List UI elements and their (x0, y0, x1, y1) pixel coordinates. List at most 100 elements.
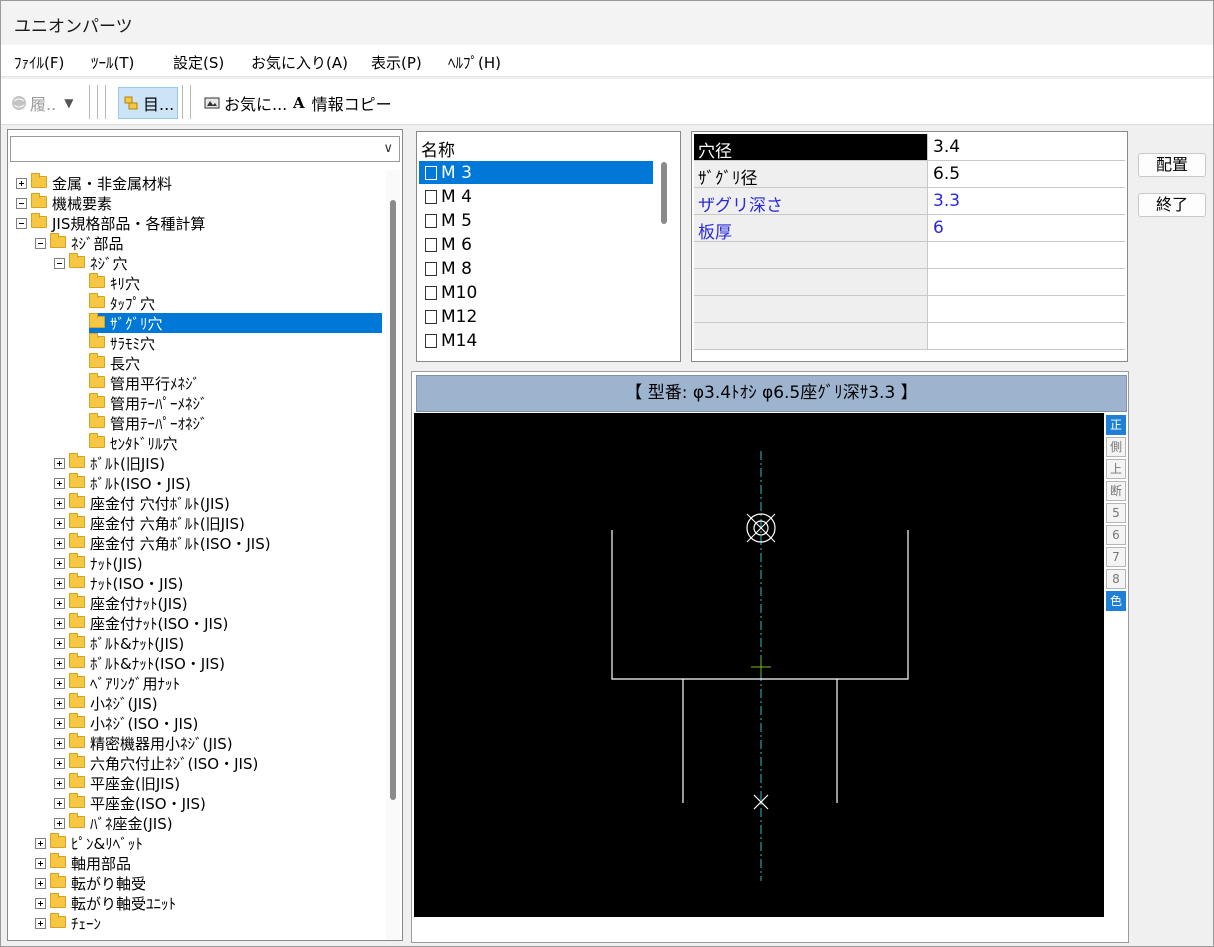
parts-list-item[interactable]: M14 (419, 329, 653, 352)
tree-node[interactable]: 精密機器用小ﾈｼﾞ(JIS) (54, 733, 233, 753)
tree-node[interactable]: ｻﾞｸﾞﾘ穴 (89, 313, 382, 333)
tree-node[interactable]: ﾎﾞﾙﾄ&ﾅｯﾄ(ISO・JIS) (54, 653, 225, 673)
exit-button[interactable]: 終了 (1138, 193, 1206, 217)
parts-list-header[interactable]: 名称 (421, 136, 455, 161)
collapse-icon[interactable] (54, 257, 65, 269)
property-value[interactable] (930, 269, 1125, 295)
tree-node[interactable]: 転がり軸受ﾕﾆｯﾄ (35, 893, 176, 913)
tree-node[interactable]: 管用ﾃｰﾊﾟｰﾒﾈｼﾞ (89, 393, 211, 413)
tree-node[interactable]: 転がり軸受 (35, 873, 146, 893)
property-value[interactable] (930, 242, 1125, 268)
tree-node[interactable]: 六角穴付止ﾈｼﾞ(ISO・JIS) (54, 753, 258, 773)
tree-node[interactable]: 機械要素 (16, 193, 112, 213)
tree-node[interactable]: 平座金(旧JIS) (54, 773, 180, 793)
tree-node[interactable]: 管用ﾃｰﾊﾟｰｵﾈｼﾞ (89, 413, 211, 433)
tree-node[interactable]: 軸用部品 (35, 853, 131, 873)
menu-favorites[interactable]: お気に入り(A) (251, 52, 348, 73)
favorites-button[interactable]: お気に... (204, 87, 287, 119)
expand-icon[interactable] (54, 597, 65, 609)
property-name[interactable]: ｻﾞｸﾞﾘ径 (694, 161, 928, 189)
parts-list-item[interactable]: M10 (419, 281, 653, 304)
parts-list-scrollbar[interactable] (661, 162, 667, 224)
tree-node[interactable]: 座金付 六角ﾎﾞﾙﾄ(旧JIS) (54, 513, 245, 533)
tree-scrollbar[interactable] (386, 170, 400, 940)
tree-node[interactable]: ｷﾘ穴 (89, 273, 143, 293)
expand-icon[interactable] (54, 617, 65, 629)
parts-list-item[interactable]: M 8 (419, 257, 653, 280)
tree-node[interactable]: 小ﾈｼﾞ(JIS) (54, 693, 158, 713)
parts-list-item[interactable]: M 6 (419, 233, 653, 256)
property-name[interactable] (694, 296, 928, 322)
property-name[interactable] (694, 242, 928, 268)
tree-node[interactable]: ﾋﾟﾝ&ﾘﾍﾞｯﾄ (35, 833, 143, 853)
tree-node[interactable]: ﾀｯﾌﾟ穴 (89, 293, 158, 313)
tree-node[interactable]: ﾅｯﾄ(JIS) (54, 553, 143, 573)
expand-icon[interactable] (54, 737, 65, 749)
tree-node[interactable]: ﾊﾞﾈ座金(JIS) (54, 813, 173, 833)
view-tab[interactable]: 5 (1106, 503, 1126, 523)
expand-icon[interactable] (54, 497, 65, 509)
menu-file[interactable]: ﾌｧｲﾙ(F) (14, 52, 64, 73)
parts-list-item[interactable]: M 5 (419, 209, 653, 232)
parts-list-item[interactable]: M 3 (419, 161, 653, 184)
property-value[interactable]: 3.3 (930, 188, 1125, 214)
property-name[interactable]: ザグリ深さ (694, 188, 928, 216)
tree-scrollbar-thumb[interactable] (390, 200, 396, 800)
expand-icon[interactable] (54, 697, 65, 709)
view-tab[interactable]: 断 (1106, 481, 1126, 501)
tree-node[interactable]: 座金付 穴付ﾎﾞﾙﾄ(JIS) (54, 493, 230, 513)
expand-icon[interactable] (54, 557, 65, 569)
expand-icon[interactable] (54, 477, 65, 489)
tree-node[interactable]: ｾﾝﾀﾄﾞﾘﾙ穴 (89, 433, 181, 453)
tree-node[interactable]: 小ﾈｼﾞ(ISO・JIS) (54, 713, 198, 733)
tree-node[interactable]: 座金付ﾅｯﾄ(JIS) (54, 593, 188, 613)
tree-node[interactable]: ﾎﾞﾙﾄ&ﾅｯﾄ(JIS) (54, 633, 184, 653)
property-name[interactable] (694, 269, 928, 295)
collapse-icon[interactable] (16, 197, 27, 209)
view-tab[interactable]: 正 (1106, 415, 1126, 435)
property-value[interactable] (930, 323, 1125, 349)
view-tab[interactable]: 側 (1106, 437, 1126, 457)
tree-node[interactable]: ﾅｯﾄ(ISO・JIS) (54, 573, 183, 593)
view-tab[interactable]: 上 (1106, 459, 1126, 479)
expand-icon[interactable] (54, 757, 65, 769)
property-value[interactable]: 6.5 (930, 161, 1125, 187)
tree-node[interactable]: ﾎﾞﾙﾄ(ISO・JIS) (54, 473, 191, 493)
tree-node[interactable]: 座金付ﾅｯﾄ(ISO・JIS) (54, 613, 228, 633)
menu-tools[interactable]: ﾂｰﾙ(T) (91, 52, 134, 73)
expand-icon[interactable] (54, 777, 65, 789)
place-button[interactable]: 配置 (1138, 153, 1206, 177)
menu-help[interactable]: ﾍﾙﾌﾟ(H) (448, 52, 501, 73)
tree-node[interactable]: ﾍﾞｱﾘﾝｸﾞ用ﾅｯﾄ (54, 673, 180, 693)
tree-node[interactable]: ﾈｼﾞ穴 (54, 253, 128, 273)
expand-icon[interactable] (54, 577, 65, 589)
view-tab[interactable]: 8 (1106, 569, 1126, 589)
expand-icon[interactable] (54, 797, 65, 809)
expand-icon[interactable] (54, 817, 65, 829)
expand-icon[interactable] (54, 717, 65, 729)
expand-icon[interactable] (54, 537, 65, 549)
property-value[interactable]: 3.4 (930, 134, 1125, 160)
menu-settings[interactable]: 設定(S) (173, 52, 224, 73)
property-value[interactable]: 6 (930, 215, 1125, 241)
tree-combo-box[interactable]: ∨ (10, 136, 400, 162)
expand-icon[interactable] (16, 177, 27, 189)
tree-node[interactable]: JIS規格部品・各種計算 (16, 213, 205, 233)
tree-node[interactable]: ﾁｪｰﾝ (35, 913, 101, 933)
contents-button[interactable]: 目... (118, 87, 178, 119)
property-value[interactable] (930, 296, 1125, 322)
history-button[interactable]: 履.. ▼ (11, 87, 73, 119)
expand-icon[interactable] (54, 677, 65, 689)
tree-node[interactable]: ｻﾗﾓﾐ穴 (89, 333, 158, 353)
expand-icon[interactable] (35, 897, 46, 909)
property-name[interactable]: 穴径 (694, 134, 928, 162)
property-name[interactable]: 板厚 (694, 215, 928, 243)
expand-icon[interactable] (54, 517, 65, 529)
collapse-icon[interactable] (16, 217, 27, 229)
expand-icon[interactable] (35, 877, 46, 889)
view-tab[interactable]: 7 (1106, 547, 1126, 567)
tree-node[interactable]: 管用平行ﾒﾈｼﾞ (89, 373, 203, 393)
expand-icon[interactable] (54, 457, 65, 469)
expand-icon[interactable] (54, 657, 65, 669)
tree-node[interactable]: 座金付 六角ﾎﾞﾙﾄ(ISO・JIS) (54, 533, 271, 553)
